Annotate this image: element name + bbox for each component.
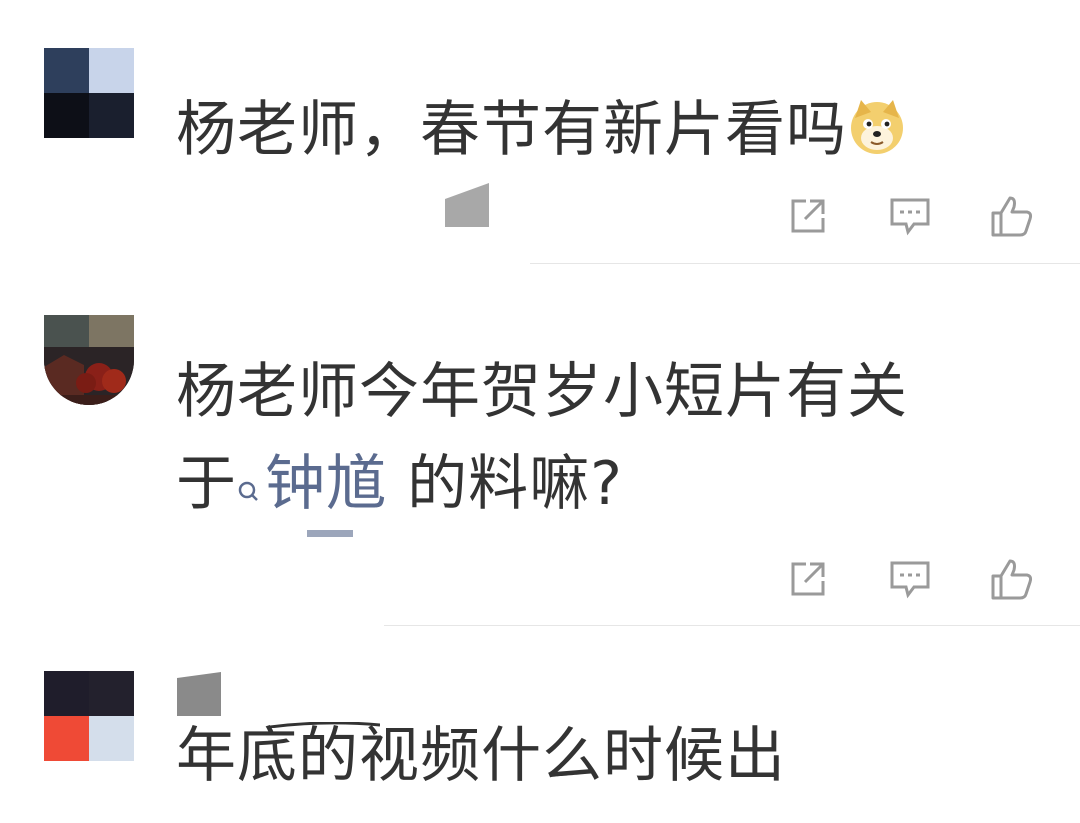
image-placeholder-icon [177,672,221,716]
comment-text-segment: 于 [176,449,237,519]
share-icon[interactable] [784,557,832,601]
comment-item: 杨老师今年贺岁小短片有关 于钟馗 的料嘛? [0,265,1080,627]
divider [384,625,1080,626]
topic-text: 钟馗 [265,449,387,519]
comment-text: 杨老师今年贺岁小短片有关 于钟馗 的料嘛? [176,347,908,537]
divider [530,263,1080,264]
comment-text-content: 年底的视频什么时候出 [176,721,786,791]
comment-text: 年底的视频什么时候出 [176,711,786,801]
comment-text-line: 于钟馗 的料嘛? [176,437,908,537]
topic-underline [307,530,353,537]
comment-text: 杨老师，春节有新片看吗 [176,85,907,175]
like-icon[interactable] [988,557,1036,601]
doge-emoji-icon [847,91,907,154]
image-placeholder-icon [445,183,489,227]
avatar[interactable] [44,315,134,405]
share-icon[interactable] [784,194,832,238]
comment-text-segment: 的料嘛? [387,449,623,519]
comment-actions [784,194,1036,238]
topic-link[interactable]: 钟馗 [237,449,387,537]
comment-actions [784,557,1036,601]
reply-icon[interactable] [886,194,934,238]
avatar[interactable] [44,671,134,761]
comment-text-content: 杨老师，春节有新片看吗 [176,95,847,165]
reply-icon[interactable] [886,557,934,601]
avatar[interactable] [44,48,134,138]
like-icon[interactable] [988,194,1036,238]
comment-text-line: 杨老师今年贺岁小短片有关 [176,357,908,427]
search-icon [237,437,259,501]
comment-item: 年底的视频什么时候出 [0,627,1080,823]
comment-item: 杨老师，春节有新片看吗 [0,0,1080,265]
